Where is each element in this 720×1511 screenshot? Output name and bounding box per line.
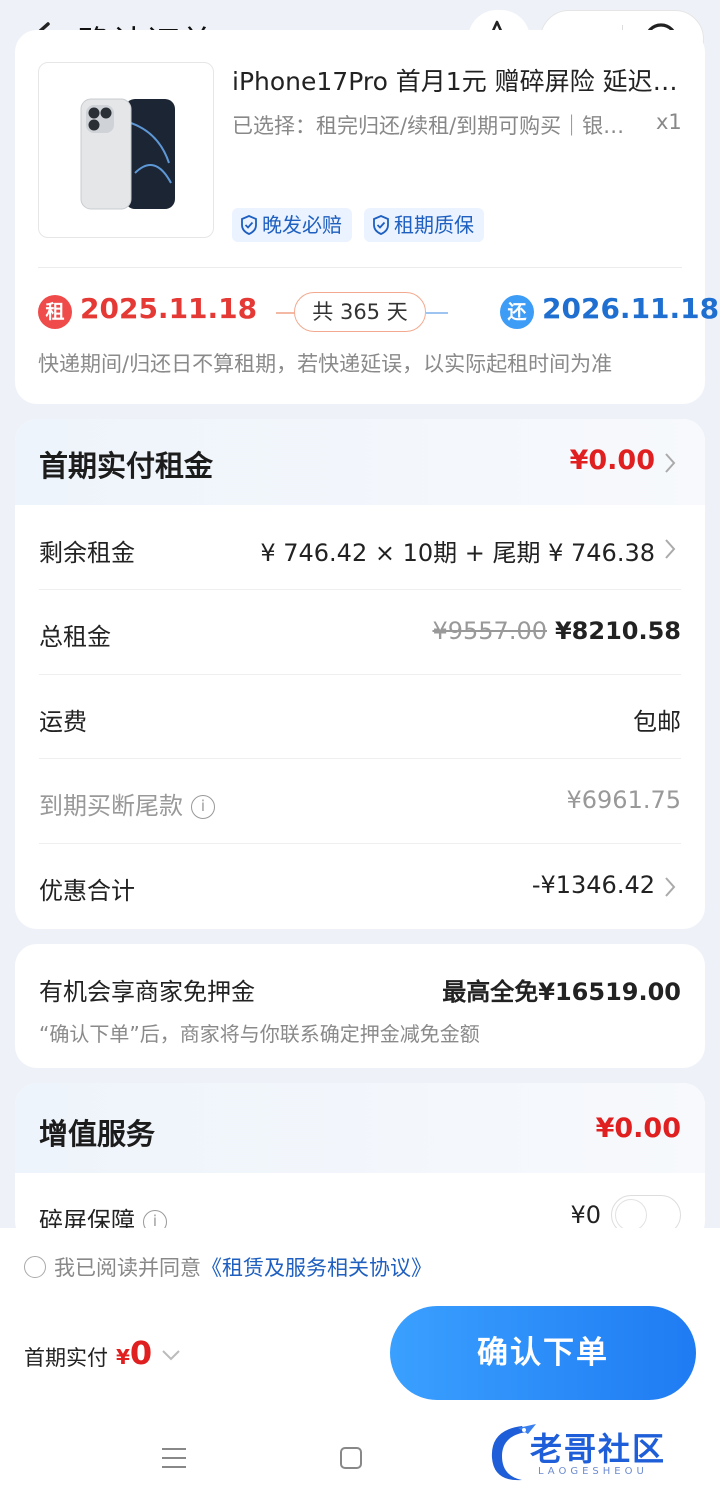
services-card: 增值服务 ¥0.00 碎屏保障 i ¥0 xyxy=(15,1083,705,1243)
product-name[interactable]: iPhone17Pro 首月1元 赠碎屏险 延迟发货必赔 xyxy=(232,62,684,98)
payment-header[interactable]: 首期实付租金 ¥0.00 xyxy=(15,419,705,505)
agreement-radio[interactable] xyxy=(24,1256,46,1278)
tag-label: 租期质保 xyxy=(394,213,474,237)
rent-start-date: 2025.11.18 xyxy=(80,292,258,325)
product-selection[interactable]: 已选择：租完归还/续租/到期可购买｜银色 256G xyxy=(232,110,632,140)
deposit-label: 有机会享商家免押金 xyxy=(39,978,255,1006)
info-icon[interactable]: i xyxy=(191,795,215,819)
chevron-right-icon xyxy=(665,539,676,559)
agreement-link[interactable]: 《租赁及服务相关协议》 xyxy=(201,1256,432,1280)
rent-period-note: 快递期间/归还日不算租期，若快递延误，以实际起租时间为准 xyxy=(38,352,613,376)
watermark-subtext: LAOGESHEOU xyxy=(538,1466,648,1477)
product-image[interactable] xyxy=(38,62,214,238)
row-divider xyxy=(39,758,681,759)
buyout-value: ¥6961.75 xyxy=(566,786,681,814)
shield-check-icon xyxy=(241,215,257,235)
total-rent-label: 总租金 xyxy=(39,623,111,651)
row-divider xyxy=(39,843,681,844)
chevron-right-icon xyxy=(665,877,676,897)
shipping-value: 包邮 xyxy=(633,708,681,736)
product-quantity: x1 xyxy=(656,110,682,134)
pay-label: 首期实付 xyxy=(24,1346,108,1370)
chevron-down-icon[interactable] xyxy=(160,1348,182,1362)
agreement-text: 我已阅读并同意《租赁及服务相关协议》 xyxy=(54,1252,432,1282)
total-rent-value: ¥8210.58 xyxy=(554,617,681,645)
services-value: ¥0.00 xyxy=(595,1113,681,1144)
total-rent-original: ¥9557.00 xyxy=(432,617,547,645)
payment-card: 首期实付租金 ¥0.00 剩余租金 ¥ 746.42 × 10期 + 尾期 ¥ … xyxy=(15,419,705,929)
rent-end-date: 2026.11.18 xyxy=(542,292,720,325)
chevron-right-icon xyxy=(665,453,676,473)
deposit-card: 有机会享商家免押金 最高全免¥16519.00 “确认下单”后，商家将与你联系确… xyxy=(15,944,705,1068)
toggle-knob xyxy=(615,1199,647,1231)
row-divider xyxy=(39,674,681,675)
services-title: 增值服务 xyxy=(39,1117,156,1151)
menu-nav-icon[interactable] xyxy=(160,1444,188,1472)
rent-end-badge: 还 xyxy=(500,295,534,329)
remaining-rent-label: 剩余租金 xyxy=(39,539,135,567)
phone-image-icon xyxy=(80,98,175,210)
days-connector-left xyxy=(276,312,296,314)
first-payment-value: ¥0.00 xyxy=(569,445,655,476)
agreement-prefix: 我已阅读并同意 xyxy=(54,1256,201,1280)
pay-amount[interactable]: ¥0 xyxy=(116,1334,152,1372)
discount-value[interactable]: -¥1346.42 xyxy=(532,871,655,899)
rent-days-pill: 共 365 天 xyxy=(294,292,426,332)
tag-rental-warranty: 租期质保 xyxy=(364,208,484,242)
services-header: 增值服务 ¥0.00 xyxy=(15,1083,705,1173)
tag-label: 晚发必赔 xyxy=(262,213,342,237)
buyout-label: 到期买断尾款 xyxy=(39,792,183,820)
discount-label: 优惠合计 xyxy=(39,877,135,905)
first-payment-label: 首期实付租金 xyxy=(39,449,214,483)
home-nav-icon[interactable] xyxy=(338,1444,364,1472)
watermark-text: 老哥社区 xyxy=(530,1430,667,1468)
deposit-value: 最高全免¥16519.00 xyxy=(442,978,681,1006)
total-rent-value-wrap: ¥9557.00 ¥8210.58 xyxy=(432,617,681,645)
shield-check-icon xyxy=(373,215,389,235)
tag-late-shipping-guarantee: 晚发必赔 xyxy=(232,208,352,242)
screen-protection-price: ¥0 xyxy=(570,1201,601,1229)
buyout-label-wrap: 到期买断尾款 i xyxy=(39,786,215,821)
checkout-bar: 我已阅读并同意《租赁及服务相关协议》 首期实付 ¥0 确认下单 老哥社区 LAO… xyxy=(0,1228,720,1511)
row-divider xyxy=(39,589,681,590)
days-connector-right xyxy=(426,312,448,314)
pay-currency: ¥ xyxy=(116,1345,130,1369)
card-divider xyxy=(38,267,682,268)
deposit-note: “确认下单”后，商家将与你联系确定押金减免金额 xyxy=(39,1022,480,1046)
remaining-rent-value[interactable]: ¥ 746.42 × 10期 + 尾期 ¥ 746.38 xyxy=(260,533,655,568)
shipping-label: 运费 xyxy=(39,708,87,736)
pay-value: 0 xyxy=(129,1334,153,1372)
confirm-order-button[interactable]: 确认下单 xyxy=(390,1306,696,1400)
rent-start-badge: 租 xyxy=(38,295,72,329)
watermark-logo: 老哥社区 LAOGESHEOU xyxy=(482,1418,704,1488)
